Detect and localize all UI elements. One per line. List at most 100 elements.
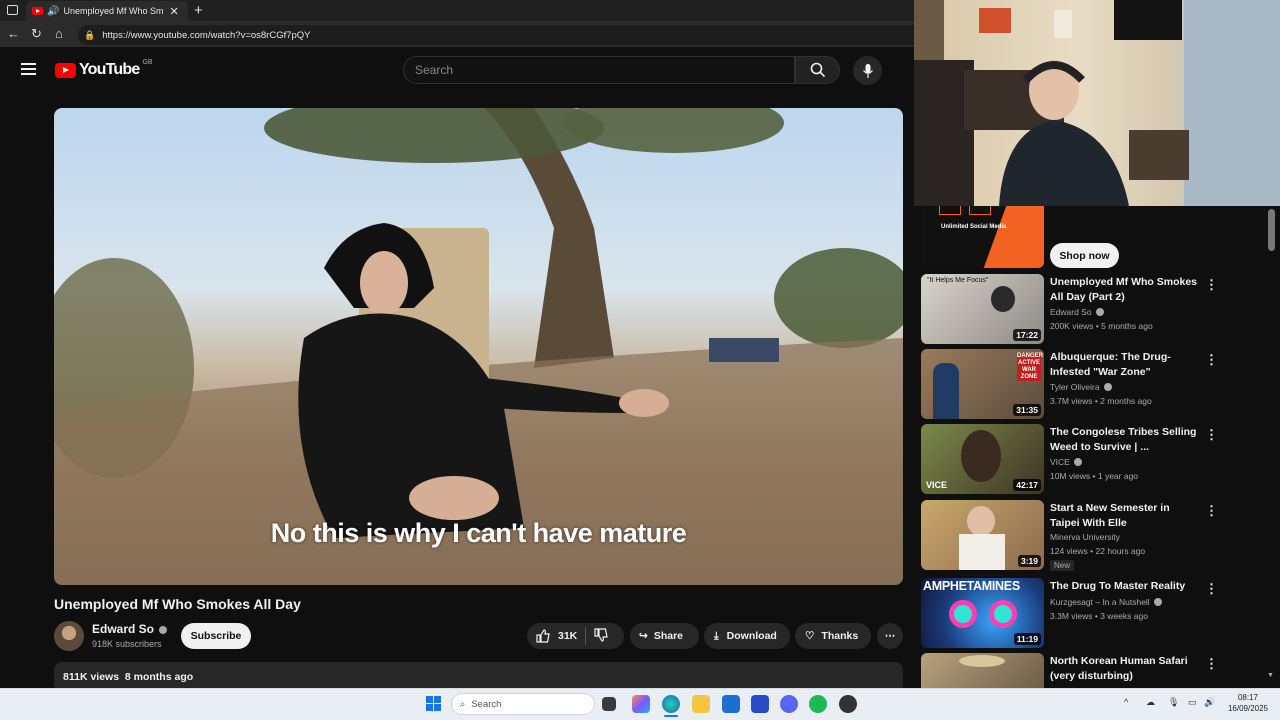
channel-name: Edward So — [1050, 307, 1104, 317]
share-label: Share — [653, 630, 683, 642]
more-actions-button[interactable]: ⋯ — [877, 623, 903, 649]
back-icon[interactable]: ← — [7, 26, 20, 41]
reload-icon[interactable]: ↻ — [31, 26, 42, 42]
store-icon[interactable] — [751, 695, 769, 713]
video-meta: 10M views • 1 year ago — [1050, 471, 1139, 481]
recommended-video[interactable]: "It Helps Me Focus" 17:22 Unemployed Mf … — [921, 274, 1221, 344]
outlook-icon[interactable] — [722, 695, 740, 713]
file-explorer-icon[interactable] — [692, 695, 710, 713]
discord-icon[interactable] — [780, 695, 798, 713]
thanks-icon: ♡ — [805, 630, 815, 642]
taskbar-clock[interactable]: 08:17 16/09/2025 — [1220, 692, 1276, 714]
clock-time: 08:17 — [1237, 693, 1259, 702]
tab-title: Unemployed Mf Who Smok — [63, 6, 164, 16]
search-icon: ⌕ — [460, 698, 466, 710]
clock-date: 16/09/2025 — [1227, 704, 1269, 713]
speaker-icon[interactable]: 🔊 — [47, 6, 59, 17]
windows-start-icon[interactable] — [426, 696, 441, 711]
copilot-icon[interactable] — [632, 695, 650, 713]
video-title: The Drug To Master Reality — [1050, 580, 1186, 592]
more-vertical-icon[interactable]: ⋮ — [1205, 581, 1218, 597]
video-duration: 3:19 — [1017, 555, 1041, 567]
youtube-play-icon — [55, 62, 76, 78]
mic-tray-icon[interactable]: 🎙 — [1168, 697, 1179, 708]
thumbnail-text: "It Helps Me Focus" — [927, 277, 989, 284]
app-icon[interactable] — [839, 695, 857, 713]
cloud-icon[interactable]: ☁ — [1146, 697, 1155, 708]
more-vertical-icon[interactable]: ⋮ — [1205, 352, 1218, 368]
video-thumbnail: DANGER ACTIVE WAR ZONE 31:35 — [921, 349, 1044, 419]
more-vertical-icon[interactable]: ⋮ — [1205, 656, 1218, 672]
thumbnail-text: AMPHETAMINES — [923, 579, 1020, 593]
browser-tab[interactable]: 🔊 Unemployed Mf Who Smok ✕ — [26, 1, 188, 21]
youtube-logo[interactable]: YouTube GB — [55, 58, 153, 79]
active-app-indicator — [664, 715, 678, 717]
channel-name[interactable]: Edward So — [92, 622, 168, 636]
video-title: North Korean Human Safari (very disturbi… — [1050, 655, 1188, 682]
download-icon: ⤓ — [714, 629, 719, 642]
like-count: 31K — [558, 630, 578, 642]
recommended-video[interactable]: North Korean Human Safari (very disturbi… — [921, 653, 1221, 688]
tab-close-icon[interactable]: ✕ — [169, 5, 178, 18]
recommended-video[interactable]: VICE 42:17 The Congolese Tribes Selling … — [921, 424, 1221, 494]
verified-icon — [1154, 598, 1163, 606]
webcam-overlay — [914, 0, 1280, 206]
youtube-favicon-icon — [32, 7, 43, 15]
window-menu-icon[interactable] — [7, 5, 18, 15]
thumbnail-text: DANGER ACTIVE WAR ZONE — [1017, 353, 1044, 381]
video-thumbnail: VICE 42:17 — [921, 424, 1044, 494]
address-bar[interactable]: 🔒 https://www.youtube.com/watch?v=os8rCG… — [78, 25, 914, 45]
region-code: GB — [142, 58, 153, 66]
more-vertical-icon[interactable]: ⋮ — [1205, 277, 1218, 293]
video-duration: 31:35 — [1013, 404, 1041, 416]
video-title: Unemployed Mf Who Smokes All Day — [54, 596, 301, 612]
share-button[interactable]: ↪ Share — [630, 623, 699, 649]
search-button[interactable] — [795, 56, 840, 84]
spotify-icon[interactable] — [809, 695, 827, 713]
new-tab-button[interactable]: + — [194, 2, 203, 19]
video-thumbnail: 3:19 — [921, 500, 1044, 570]
share-icon: ↪ — [639, 630, 648, 642]
shop-now-button[interactable]: Shop now — [1050, 243, 1119, 268]
channel-name-text: Edward So — [92, 622, 155, 636]
subscribe-button[interactable]: Subscribe — [181, 623, 251, 649]
network-icon[interactable]: ▭ — [1188, 697, 1197, 708]
more-vertical-icon[interactable]: ⋮ — [1205, 427, 1218, 443]
video-meta: 3.7M views • 2 months ago — [1050, 396, 1152, 406]
video-caption: No this is why I can't have mature — [270, 518, 687, 548]
chevron-up-icon[interactable]: ^ — [1124, 697, 1128, 707]
volume-icon[interactable]: 🔊 — [1204, 697, 1215, 708]
thumbs-down-icon — [594, 627, 608, 642]
recommended-video[interactable]: DANGER ACTIVE WAR ZONE 31:35 Albuquerque… — [921, 349, 1221, 419]
menu-icon[interactable] — [21, 63, 36, 75]
channel-name: VICE — [1050, 457, 1083, 467]
video-title: Start a New Semester in Taipei With Elle — [1050, 502, 1170, 529]
channel-name: Tyler Oliveira — [1050, 382, 1112, 392]
download-button[interactable]: ⤓ Download — [704, 623, 790, 649]
scroll-down-icon[interactable]: ▼ — [1267, 672, 1274, 679]
video-thumbnail: "It Helps Me Focus" 17:22 — [921, 274, 1044, 344]
home-icon[interactable]: ⌂ — [55, 26, 63, 41]
ad-thumbnail[interactable]: Unlimited Social Media — [921, 206, 1044, 268]
video-title: Unemployed Mf Who Smokes All Day (Part 2… — [1050, 276, 1198, 303]
voice-search-button[interactable] — [853, 56, 882, 85]
upload-age: 8 months ago — [124, 671, 194, 683]
search-input[interactable]: Search — [403, 56, 795, 84]
new-badge: New — [1050, 560, 1075, 571]
dislike-button[interactable] — [594, 627, 608, 645]
sidebar-scrollbar[interactable] — [1268, 209, 1275, 251]
channel-avatar[interactable] — [54, 621, 84, 651]
task-view-icon[interactable] — [602, 697, 616, 711]
lock-icon: 🔒 — [84, 29, 96, 40]
video-player[interactable] — [54, 108, 903, 585]
more-vertical-icon[interactable]: ⋮ — [1205, 503, 1218, 519]
edge-browser-icon[interactable] — [662, 695, 680, 713]
recommended-video[interactable]: AMPHETAMINES 11:19 The Drug To Master Re… — [921, 578, 1221, 648]
video-title: Albuquerque: The Drug-Infested "War Zone… — [1050, 351, 1171, 378]
taskbar-search-input[interactable]: ⌕ Search — [451, 693, 595, 715]
recommended-video[interactable]: 3:19 Start a New Semester in Taipei With… — [921, 500, 1221, 571]
video-title: The Congolese Tribes Selling Weed to Sur… — [1050, 426, 1197, 453]
thanks-button[interactable]: ♡ Thanks — [795, 623, 871, 649]
like-button[interactable]: 31K — [536, 629, 577, 643]
video-thumbnail: AMPHETAMINES 11:19 — [921, 578, 1044, 648]
